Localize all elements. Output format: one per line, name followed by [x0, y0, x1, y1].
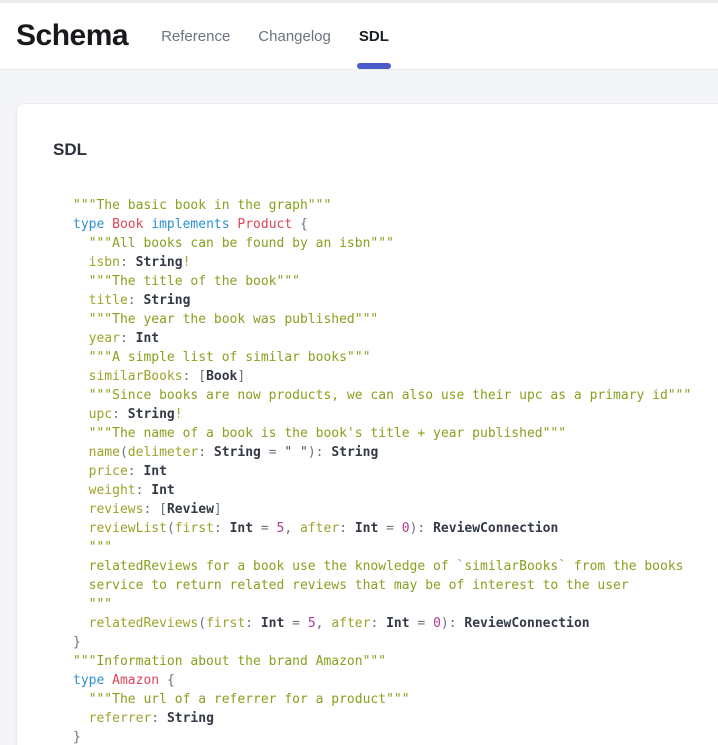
code-line: """The basic book in the graph""" — [73, 196, 718, 215]
code-line: similarBooks: [Book] — [73, 367, 718, 386]
page-header: Schema Reference Changelog SDL — [0, 3, 718, 70]
code-line: service to return related reviews that m… — [73, 576, 718, 595]
code-line: } — [73, 633, 718, 652]
sdl-section-title: SDL — [53, 140, 718, 160]
tab-changelog[interactable]: Changelog — [258, 3, 331, 69]
tab-sdl-label: SDL — [359, 28, 389, 45]
sdl-card: SDL """The basic book in the graph"""typ… — [16, 103, 718, 745]
code-line: type Amazon { — [73, 671, 718, 690]
active-tab-indicator — [357, 63, 391, 69]
code-line: """ — [73, 538, 718, 557]
code-line: reviewList(first: Int = 5, after: Int = … — [73, 519, 718, 538]
code-line: """The title of the book""" — [73, 272, 718, 291]
code-line: reviews: [Review] — [73, 500, 718, 519]
sdl-code: """The basic book in the graph"""type Bo… — [53, 196, 718, 745]
code-line: type Book implements Product { — [73, 215, 718, 234]
code-line: year: Int — [73, 329, 718, 348]
code-line: """The url of a referrer for a product""… — [73, 690, 718, 709]
code-line: relatedReviews for a book use the knowle… — [73, 557, 718, 576]
code-line: """A simple list of similar books""" — [73, 348, 718, 367]
code-line: weight: Int — [73, 481, 718, 500]
code-line: """The name of a book is the book's titl… — [73, 424, 718, 443]
code-line: """Since books are now products, we can … — [73, 386, 718, 405]
page-title: Schema — [16, 19, 128, 53]
code-line: upc: String! — [73, 405, 718, 424]
code-line: name(delimeter: String = " "): String — [73, 443, 718, 462]
tab-reference-label: Reference — [161, 28, 230, 45]
code-line: title: String — [73, 291, 718, 310]
code-line: referrer: String — [73, 709, 718, 728]
code-line: """Information about the brand Amazon""" — [73, 652, 718, 671]
code-line: relatedReviews(first: Int = 5, after: In… — [73, 614, 718, 633]
tab-reference[interactable]: Reference — [161, 3, 230, 69]
code-line: isbn: String! — [73, 253, 718, 272]
code-line: """The year the book was published""" — [73, 310, 718, 329]
tab-sdl[interactable]: SDL — [359, 3, 389, 69]
code-line: } — [73, 728, 718, 745]
tab-changelog-label: Changelog — [258, 28, 331, 45]
tab-bar: Reference Changelog SDL — [161, 3, 389, 69]
code-line: """All books can be found by an isbn""" — [73, 234, 718, 253]
code-line: """ — [73, 595, 718, 614]
code-line: price: Int — [73, 462, 718, 481]
